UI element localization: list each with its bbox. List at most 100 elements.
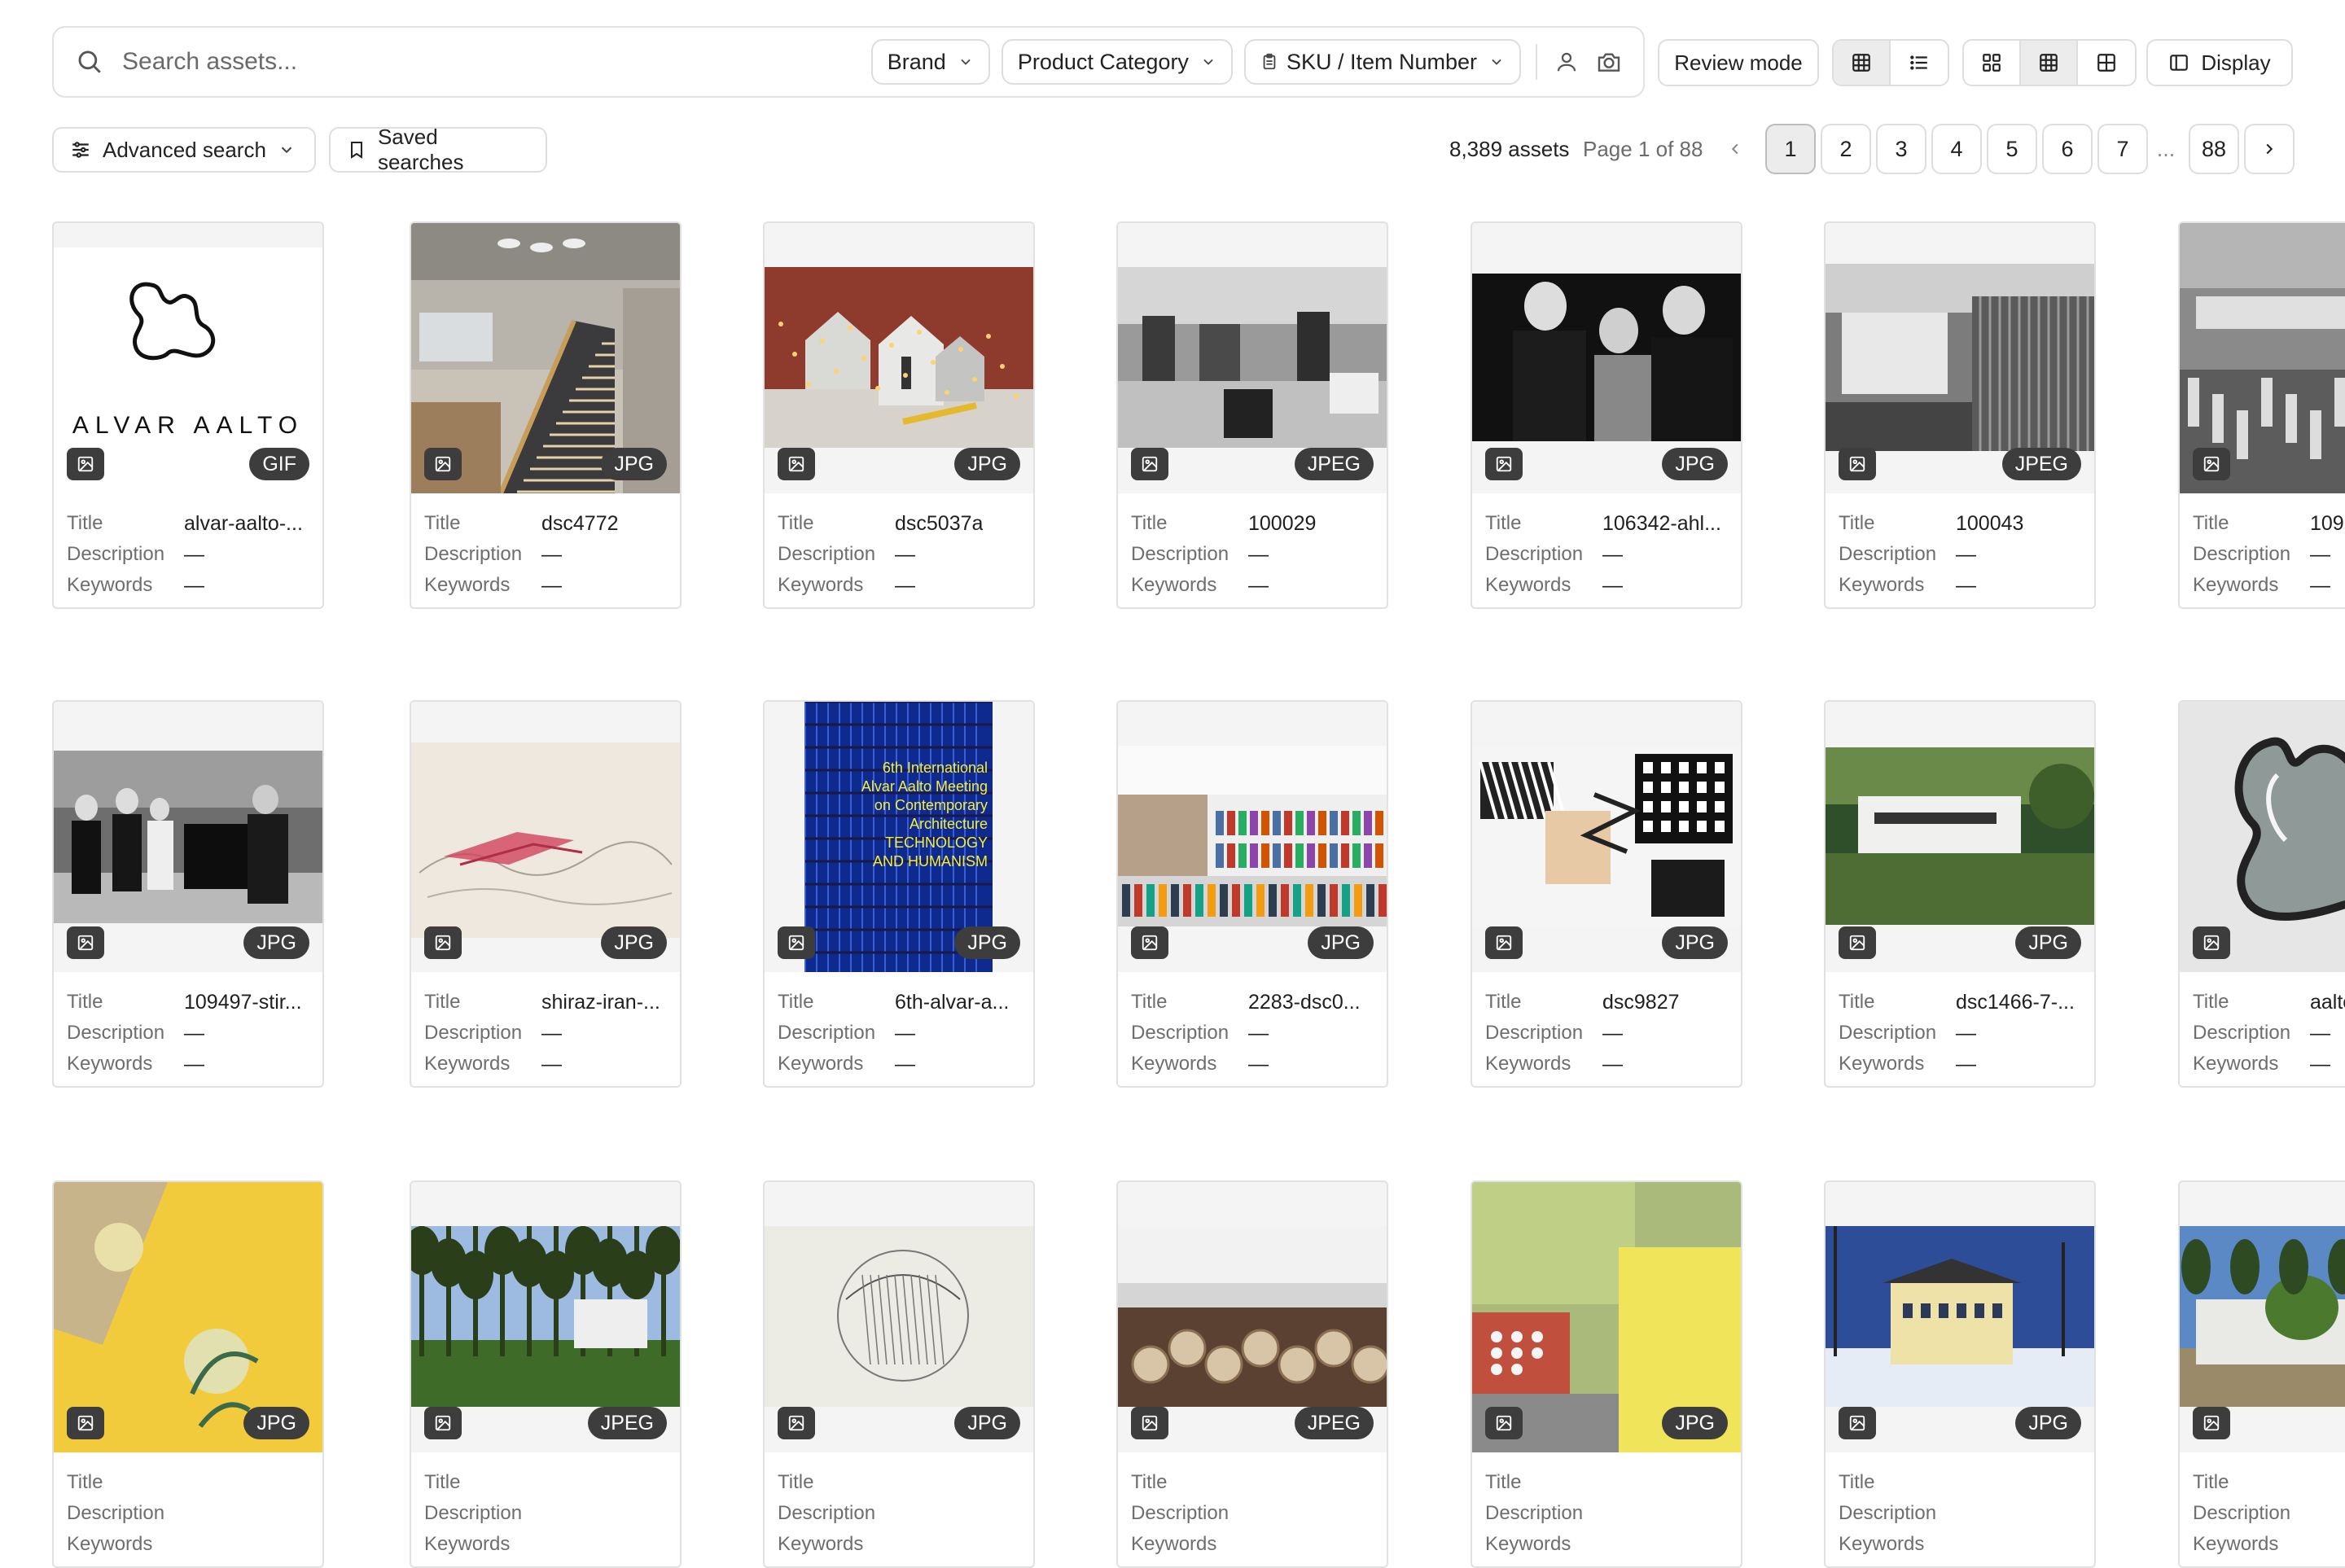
asset-thumbnail[interactable]: JPG xyxy=(1472,1182,1741,1452)
page-button-7[interactable]: 7 xyxy=(2097,124,2148,174)
image-icon xyxy=(2203,1415,2220,1431)
display-button[interactable]: Display xyxy=(2146,39,2293,86)
meta-label: Title xyxy=(1485,1471,1522,1493)
asset-card[interactable]: ALVAR AALTO GIF Title alvar-aalto-... De… xyxy=(52,221,324,609)
meta-label: Description xyxy=(1131,1022,1229,1044)
asset-thumbnail[interactable]: 6th International Alvar Aalto Meeting on C… xyxy=(765,702,1033,972)
asset-thumbnail[interactable]: JPG xyxy=(765,223,1033,493)
asset-thumbnail[interactable]: JPEG xyxy=(1826,223,2094,493)
image-icon xyxy=(435,935,451,951)
asset-thumbnail[interactable]: JPG xyxy=(2180,1182,2345,1452)
sku-filter[interactable]: SKU / Item Number xyxy=(1243,39,1521,85)
table-view-button[interactable] xyxy=(1834,41,1891,85)
meta-label: Keywords xyxy=(2193,574,2279,596)
poster-text: 6th International Alvar Aalto Meeting on C… xyxy=(805,759,993,871)
asset-thumbnail[interactable]: JPG xyxy=(2180,702,2345,972)
asset-card[interactable]: JPG Title 109497-stir... Description — K… xyxy=(52,700,324,1088)
asset-meta: Title dsc5037a Description — Keywords — xyxy=(778,508,1030,601)
asset-card[interactable]: JPG Title shiraz-iran-... Description — … xyxy=(410,700,682,1088)
meta-row-title: Title 106342-ahl... xyxy=(1485,508,1738,539)
image-icon xyxy=(1142,1415,1158,1431)
asset-card[interactable]: JPEG Title Description Keywords xyxy=(410,1180,682,1568)
asset-thumbnail[interactable]: JPG xyxy=(1826,1182,2094,1452)
meta-label: Description xyxy=(2193,1022,2291,1044)
image-icon xyxy=(788,1415,804,1431)
asset-card[interactable]: JPG Title aalto-malja... Description — K… xyxy=(2178,700,2345,1088)
advanced-search-button[interactable]: Advanced search xyxy=(52,127,316,173)
page-button-2[interactable]: 2 xyxy=(1821,124,1871,174)
asset-thumbnail[interactable]: JPG xyxy=(1118,702,1387,972)
asset-card[interactable]: JPG Title dsc4772 Description — Keywords… xyxy=(410,221,682,609)
asset-card[interactable]: JPEG Title 100029 Description — Keywords… xyxy=(1116,221,1388,609)
asset-card[interactable]: JPEG Title 109924 Description — Keywords… xyxy=(2178,221,2345,609)
file-type-badge: JPG xyxy=(601,926,667,959)
asset-card[interactable]: JPG Title dsc9827 Description — Keywords… xyxy=(1471,700,1742,1088)
asset-keywords: — xyxy=(541,573,562,597)
asset-thumbnail[interactable]: JPG xyxy=(1472,223,1741,493)
saved-searches-button[interactable]: Saved searches xyxy=(329,125,547,174)
meta-label: Description xyxy=(67,1022,165,1044)
product-category-filter[interactable]: Product Category xyxy=(1001,39,1233,85)
asset-keywords: — xyxy=(1248,1052,1269,1075)
asset-thumbnail[interactable]: JPEG xyxy=(1118,1182,1387,1452)
asset-card[interactable]: JPEG Title 100043 Description — Keywords… xyxy=(1824,221,2096,609)
asset-card[interactable]: JPG Title dsc1466-7-... Description — Ke… xyxy=(1824,700,2096,1088)
page-button-6[interactable]: 6 xyxy=(2042,124,2093,174)
asset-thumbnail[interactable]: ALVAR AALTO GIF xyxy=(54,223,322,493)
asset-card[interactable]: JPG Title Description Keywords xyxy=(1471,1180,1742,1568)
divider xyxy=(1536,44,1537,80)
asset-thumbnail[interactable]: JPG xyxy=(54,1182,322,1452)
page-button-1[interactable]: 1 xyxy=(1765,124,1816,174)
meta-label: Description xyxy=(1485,543,1584,565)
meta-row-title: Title shiraz-iran-... xyxy=(424,987,677,1018)
asset-card[interactable]: 6th International Alvar Aalto Meeting on C… xyxy=(763,700,1035,1088)
meta-label: Keywords xyxy=(1839,574,1925,596)
page-button-5[interactable]: 5 xyxy=(1987,124,2037,174)
asset-thumbnail[interactable]: JPEG xyxy=(2180,223,2345,493)
asset-card[interactable]: JPG Title 2283-dsc0... Description — Key… xyxy=(1116,700,1388,1088)
asset-thumbnail[interactable]: JPG xyxy=(54,702,322,972)
page-button-4[interactable]: 4 xyxy=(1931,124,1982,174)
image-search-button[interactable] xyxy=(1588,41,1630,83)
meta-label: Keywords xyxy=(424,1053,511,1075)
asset-card[interactable]: JPG Title 106342-ahl... Description — Ke… xyxy=(1471,221,1742,609)
list-view-button[interactable] xyxy=(1891,41,1948,85)
pagination: 1 2 3 4 5 6 7 ... 88 xyxy=(1710,124,2295,174)
meta-label: Description xyxy=(2193,543,2291,565)
asset-card[interactable]: JPG Title Description Keywords xyxy=(1824,1180,2096,1568)
asset-thumbnail[interactable]: JPG xyxy=(765,1182,1033,1452)
list-icon xyxy=(1910,55,1927,70)
large-grid-button[interactable] xyxy=(1964,41,2021,85)
review-mode-button[interactable]: Review mode xyxy=(1658,39,1819,86)
asset-thumbnail[interactable]: JPG xyxy=(411,223,680,493)
asset-thumbnail[interactable]: JPG xyxy=(411,702,680,972)
meta-label: Keywords xyxy=(1839,1053,1925,1075)
page-button-3[interactable]: 3 xyxy=(1876,124,1926,174)
medium-grid-button[interactable] xyxy=(2021,41,2078,85)
asset-card[interactable]: JPG Title Description Keywords xyxy=(52,1180,324,1568)
asset-card[interactable]: JPEG Title Description Keywords xyxy=(1116,1180,1388,1568)
image-type-badge xyxy=(1839,926,1876,959)
poster-line: AND HUMANISM xyxy=(872,853,988,869)
image-type-badge xyxy=(778,926,815,959)
previous-page-button[interactable] xyxy=(1710,124,1760,174)
meta-row-description: Description — xyxy=(2193,1018,2345,1049)
meta-row-title: Title 6th-alvar-a... xyxy=(778,987,1030,1018)
asset-card[interactable]: JPG Title Description Keywords xyxy=(763,1180,1035,1568)
meta-label: Title xyxy=(2193,1471,2229,1493)
asset-meta: Title 100043 Description — Keywords — xyxy=(1839,508,2091,601)
asset-card[interactable]: JPG Title dsc5037a Description — Keyword… xyxy=(763,221,1035,609)
person-search-button[interactable] xyxy=(1545,41,1588,83)
file-type-badge: JPEG xyxy=(1294,448,1374,480)
brand-filter[interactable]: Brand xyxy=(870,39,990,85)
meta-row-description: Description xyxy=(1485,1498,1738,1529)
asset-card[interactable]: JPG Title Description Keywords xyxy=(2178,1180,2345,1568)
asset-thumbnail[interactable]: JPG xyxy=(1826,702,2094,972)
asset-thumbnail[interactable]: JPG xyxy=(1472,702,1741,972)
small-grid-button[interactable] xyxy=(2078,41,2135,85)
asset-thumbnail[interactable]: JPEG xyxy=(1118,223,1387,493)
search-input[interactable] xyxy=(121,47,860,77)
next-page-button[interactable] xyxy=(2244,124,2295,174)
asset-thumbnail[interactable]: JPEG xyxy=(411,1182,680,1452)
page-button-last[interactable]: 88 xyxy=(2189,124,2239,174)
